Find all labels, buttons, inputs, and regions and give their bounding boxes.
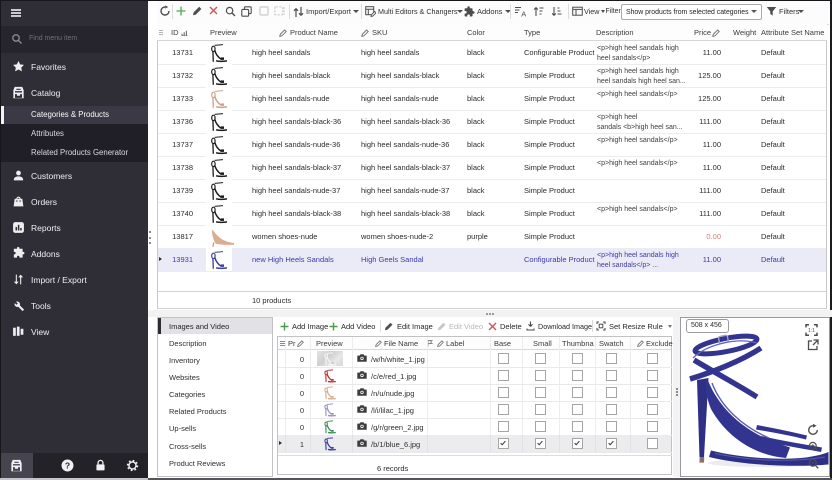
svg-text:?: ? [65,460,70,470]
svg-text:1:1: 1:1 [808,328,815,334]
svg-text:A: A [521,9,526,17]
